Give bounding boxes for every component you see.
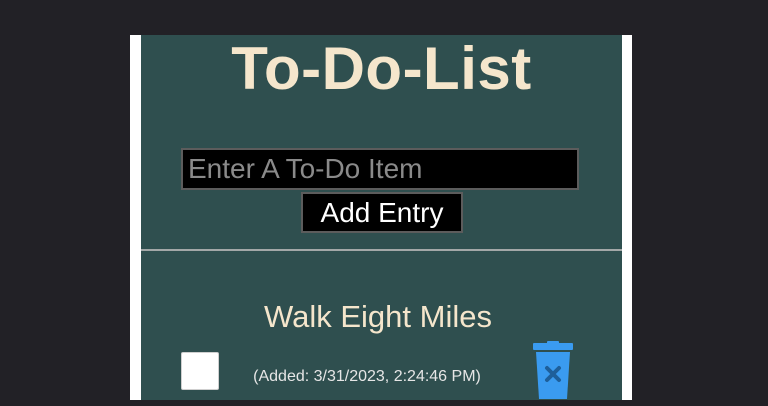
todo-list: Walk Eight Miles (Added: 3/31/2023, 2:24… [141,251,622,400]
list-item: Walk Eight Miles (Added: 3/31/2023, 2:24… [141,251,622,400]
page-title: To-Do-List [231,35,532,102]
item-text: Walk Eight Miles [264,299,492,334]
add-entry-button[interactable]: Add Entry [301,192,463,233]
app-frame: To-Do-List Add Entry Walk Eight Miles (A… [130,35,632,400]
todo-input[interactable] [181,148,579,190]
delete-item-button[interactable] [525,341,581,401]
trash-icon [533,341,573,399]
todo-panel: To-Do-List Add Entry Walk Eight Miles (A… [141,35,622,400]
item-added-date: (Added: 3/31/2023, 2:24:46 PM) [253,368,481,385]
